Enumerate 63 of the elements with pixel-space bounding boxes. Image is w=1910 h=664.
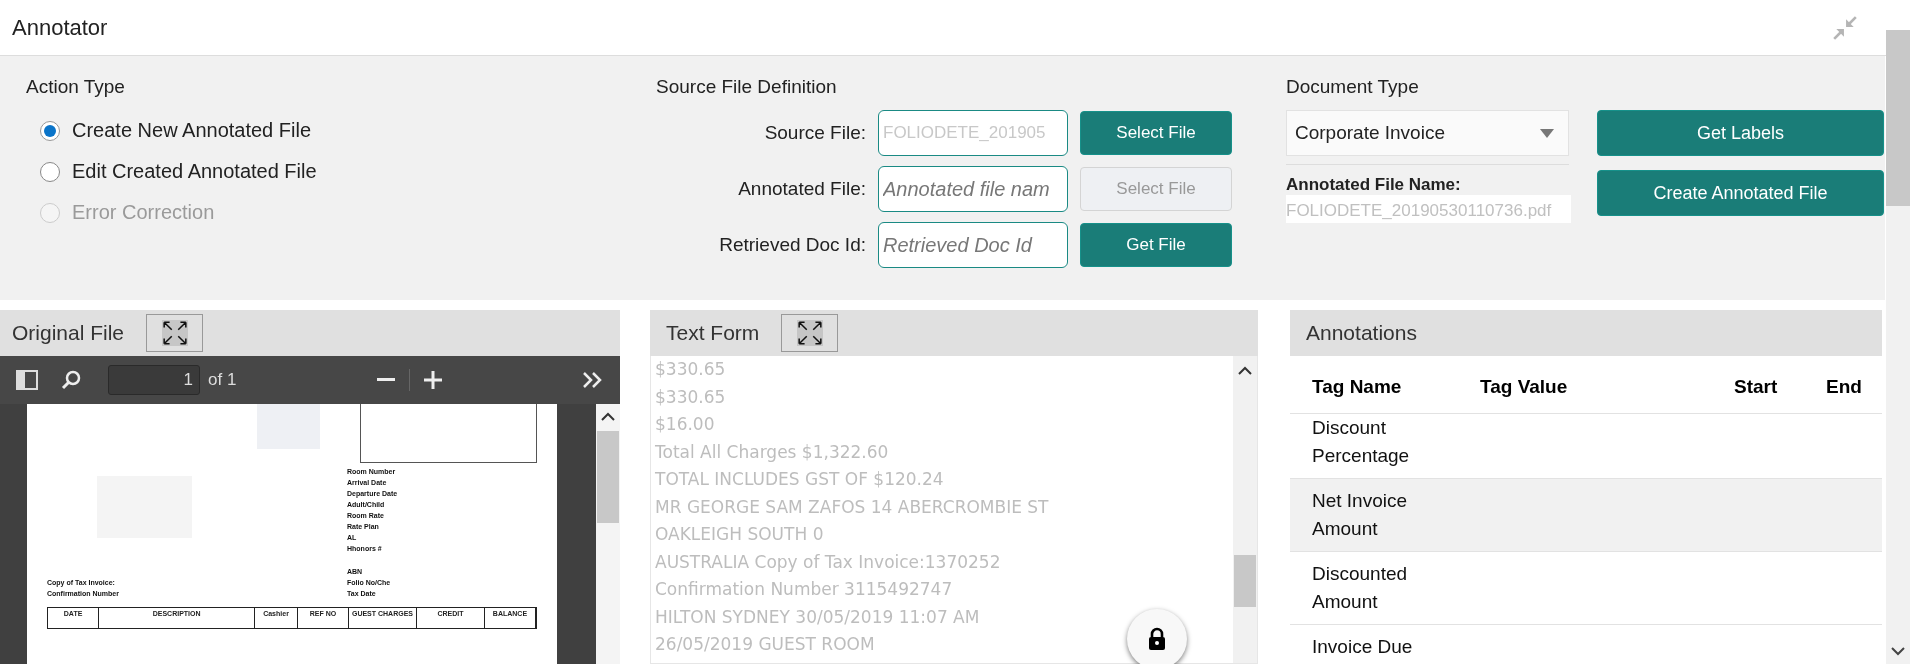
hotel-logo-placeholder — [257, 404, 321, 449]
get-labels-button[interactable]: Get Labels — [1597, 110, 1884, 156]
expand-icon — [161, 320, 188, 346]
panel-title: Annotations — [1306, 321, 1417, 345]
text-line: OAKLEIGH SOUTH 0 — [655, 523, 824, 546]
text-line: Confirmation Number 3115492747 — [655, 578, 953, 601]
create-annotated-file-button[interactable]: Create Annotated File — [1597, 170, 1884, 216]
scroll-up-icon[interactable] — [1238, 366, 1252, 375]
expand-button[interactable] — [781, 314, 839, 352]
double-chevron-icon[interactable] — [582, 371, 604, 389]
annotated-file-name: FOLIODETE_20190530110736.pdf — [1286, 195, 1571, 223]
text-line: AUSTRALIA Copy of Tax Invoice:1370252 — [655, 550, 1001, 574]
scrollbar-thumb[interactable] — [1886, 30, 1910, 206]
field-label: Annotated File: — [737, 178, 866, 200]
radio-option[interactable]: Edit Created Annotated File — [40, 151, 656, 192]
zoom-in-icon[interactable] — [423, 371, 442, 389]
scroll-down-icon[interactable] — [1891, 647, 1905, 656]
text-line: $330.65 — [655, 385, 726, 409]
section-heading: Document Type — [1286, 76, 1420, 98]
expand-button[interactable] — [146, 314, 204, 352]
panel-title: Text Form — [666, 321, 760, 345]
text-line: Total All Charges $1,322.60 — [655, 440, 889, 464]
column-header: End — [1826, 375, 1863, 398]
search-icon[interactable] — [60, 369, 82, 391]
sidebar-toggle-icon[interactable] — [16, 370, 38, 390]
column-header: Tag Value — [1480, 375, 1569, 398]
window-title: Annotator — [12, 14, 108, 41]
lock-icon — [1147, 627, 1167, 651]
table-row[interactable]: Discounted Amount — [1290, 552, 1882, 625]
text-line: $16.00 — [655, 413, 715, 436]
scrollbar-thumb[interactable] — [1234, 555, 1256, 607]
expand-icon — [796, 320, 823, 346]
file-button[interactable]: Select File — [1080, 111, 1232, 155]
text-line: 26/05/2019 GUEST ROOM — [655, 633, 875, 656]
zoom-out-icon[interactable] — [376, 378, 395, 382]
text-line: HILTON SYDNEY 30/05/2019 11:07 AM — [655, 605, 980, 629]
caret-icon — [1540, 128, 1554, 138]
column-header: Start — [1734, 375, 1779, 398]
annotated-file-name-label: Annotated File Name: — [1286, 175, 1462, 195]
tag-name: Net Invoice Amount — [1312, 489, 1409, 541]
lock-button[interactable] — [1127, 609, 1187, 664]
section-heading: Action Type — [26, 76, 126, 98]
page-count: of 1 — [208, 370, 237, 390]
file-button[interactable]: Get File — [1080, 223, 1232, 267]
scroll-up-icon[interactable] — [601, 412, 615, 421]
field-label: Source File: — [763, 122, 866, 144]
page-number-field[interactable]: 1 — [108, 365, 200, 395]
input-field[interactable]: Retrieved Doc Id — [878, 222, 1068, 268]
panel-title: Original File — [12, 321, 125, 345]
tag-name: Discount Percentage — [1312, 416, 1411, 468]
text-line: TOTAL INCLUDES GST OF $120.24 — [655, 468, 944, 491]
tag-name: Discounted Amount — [1312, 562, 1409, 614]
radio-option[interactable]: Create New Annotated File — [40, 110, 656, 151]
tag-name: Invoice Due — [1312, 635, 1414, 659]
scrollbar-thumb[interactable] — [597, 431, 619, 523]
table-row[interactable]: Net Invoice Amount — [1290, 479, 1882, 552]
table-row[interactable]: Invoice Due — [1290, 625, 1882, 664]
text-line: $330.65 — [655, 358, 726, 381]
section-heading: Source File Definition — [656, 76, 838, 98]
text-line: MR GEORGE SAM ZAFOS 14 ABERCROMBIE ST — [655, 495, 1049, 519]
field-label: Retrieved Doc Id: — [718, 234, 866, 256]
document-type-dropdown[interactable]: Corporate Invoice — [1286, 110, 1569, 156]
column-header: Tag Name — [1312, 375, 1403, 398]
